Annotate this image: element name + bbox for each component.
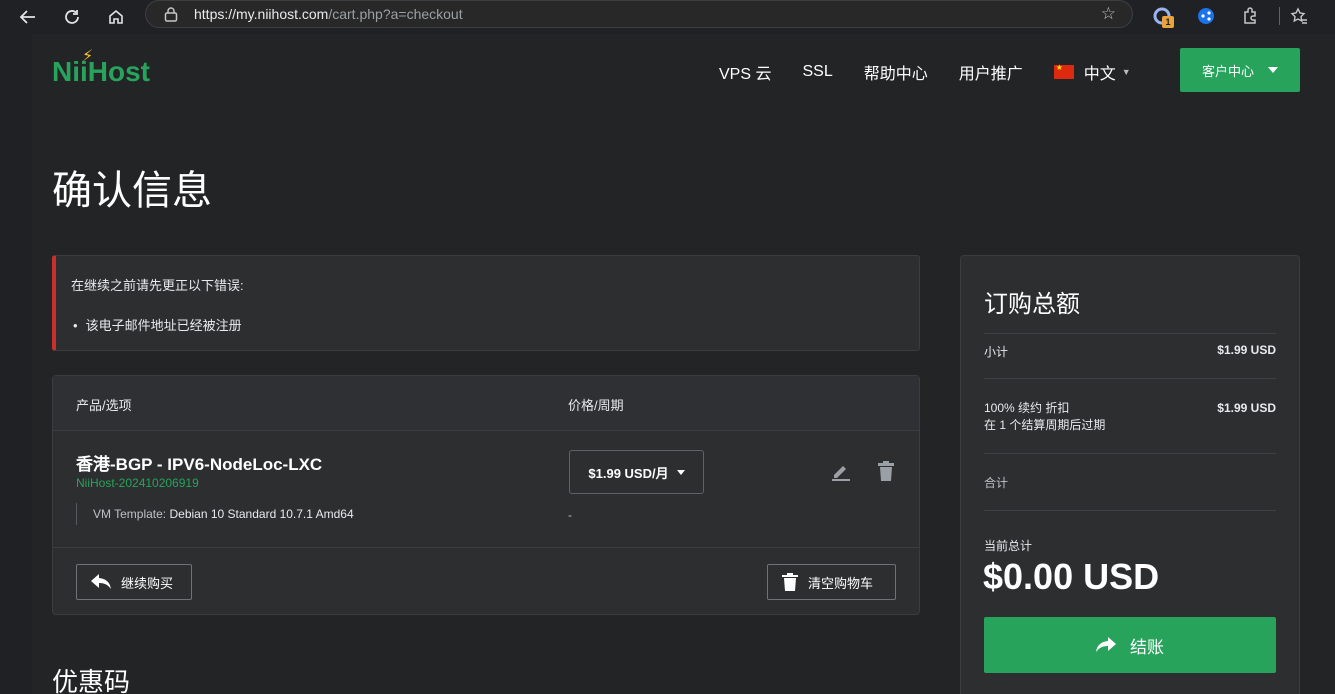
url-text: https://my.niihost.com/cart.php?a=checko… bbox=[194, 6, 463, 22]
caret-down-icon bbox=[1268, 67, 1278, 73]
bolt-icon: ⚡ bbox=[82, 48, 94, 65]
share-extension-icon[interactable] bbox=[1194, 4, 1218, 28]
product-id: NiiHost-202410206919 bbox=[76, 476, 199, 490]
nav-item-ssl[interactable]: SSL bbox=[802, 63, 832, 81]
empty-cart-button[interactable]: 清空购物车 bbox=[767, 564, 896, 600]
bookmark-star-icon[interactable]: ☆ bbox=[1101, 4, 1116, 24]
favorites-icon[interactable] bbox=[1287, 4, 1311, 28]
option-price: - bbox=[568, 508, 572, 522]
address-bar[interactable]: https://my.niihost.com/cart.php?a=checko… bbox=[145, 0, 1133, 28]
option-value: Debian 10 Standard 10.7.1 Amd64 bbox=[169, 507, 354, 521]
puzzle-extensions-icon[interactable] bbox=[1238, 4, 1262, 28]
alert-heading: 在继续之前请先更正以下错误: bbox=[71, 278, 244, 293]
cart-footer: 继续购买 清空购物车 bbox=[53, 547, 919, 615]
option-label: VM Template: bbox=[93, 507, 167, 521]
cart-header: 产品/选项 价格/周期 bbox=[53, 376, 919, 431]
trash-icon[interactable] bbox=[876, 460, 896, 482]
home-icon[interactable] bbox=[103, 4, 129, 30]
caret-down-icon bbox=[676, 469, 685, 475]
subtotal-row: 小计 $1.99 USD bbox=[984, 343, 1276, 360]
continue-shopping-button[interactable]: 继续购买 bbox=[76, 564, 192, 600]
trash-icon bbox=[782, 573, 798, 591]
cart-table: 产品/选项 价格/周期 香港-BGP - IPV6-NodeLoc-LXC Ni… bbox=[52, 375, 920, 615]
billing-cycle-dropdown[interactable]: $1.99 USD/月 bbox=[569, 450, 704, 494]
checkout-button[interactable]: 结账 bbox=[984, 617, 1276, 673]
total-label: 合计 bbox=[984, 476, 1009, 490]
continue-label: 继续购买 bbox=[121, 575, 174, 591]
back-icon[interactable] bbox=[15, 4, 41, 30]
product-option: VM Template: Debian 10 Standard 10.7.1 A… bbox=[76, 503, 354, 525]
col-product: 产品/选项 bbox=[76, 398, 132, 413]
col-price: 价格/周期 bbox=[568, 398, 624, 413]
nav-item-affiliate[interactable]: 用户推广 bbox=[959, 60, 1023, 84]
client-area-label: 客户中心 bbox=[1201, 63, 1254, 79]
summary-title: 订购总额 bbox=[984, 291, 1080, 318]
extension-icon[interactable]: 1 bbox=[1150, 4, 1174, 28]
subtotal-label: 小计 bbox=[984, 345, 1009, 359]
lock-icon bbox=[164, 7, 178, 22]
product-name: 香港-BGP - IPV6-NodeLoc-LXC bbox=[76, 455, 323, 474]
empty-cart-label: 清空购物车 bbox=[808, 575, 874, 591]
chevron-down-icon: ▼ bbox=[1121, 67, 1131, 77]
price-label: $1.99 USD/月 bbox=[588, 465, 669, 481]
extension-badge: 1 bbox=[1162, 16, 1174, 28]
total-row: 合计 bbox=[984, 474, 1276, 491]
nav-item-vps[interactable]: VPS 云 bbox=[719, 60, 771, 84]
divider bbox=[984, 510, 1276, 511]
browser-chrome: https://my.niihost.com/cart.php?a=checko… bbox=[0, 0, 1335, 34]
promo-code-title: 优惠码 bbox=[52, 667, 131, 694]
language-label: 中文 bbox=[1083, 66, 1116, 83]
top-navigation: VPS 云 SSL 帮助中心 用户推广 中文 ▼ bbox=[719, 60, 1131, 84]
china-flag-icon bbox=[1053, 63, 1074, 79]
page-title: 确认信息 bbox=[52, 169, 212, 213]
divider bbox=[984, 333, 1276, 334]
divider bbox=[984, 378, 1276, 379]
divider bbox=[984, 453, 1276, 454]
error-alert: 在继续之前请先更正以下错误: 该电子邮件地址已经被注册 bbox=[52, 255, 920, 351]
reply-arrow-icon bbox=[91, 574, 111, 589]
language-selector[interactable]: 中文 ▼ bbox=[1053, 60, 1131, 84]
share-arrow-icon bbox=[1096, 637, 1116, 652]
current-total-amount: $0.00 USD bbox=[983, 556, 1160, 597]
current-total-label: 当前总计 bbox=[984, 539, 1033, 553]
subtotal-value: $1.99 USD bbox=[1217, 343, 1276, 357]
error-list: 该电子邮件地址已经被注册 bbox=[71, 315, 242, 334]
page: ⚡ NiiHost VPS 云 SSL 帮助中心 用户推广 中文 ▼ 客户中心 … bbox=[32, 34, 1335, 694]
checkout-label: 结账 bbox=[1130, 637, 1164, 657]
site-logo[interactable]: ⚡ NiiHost bbox=[52, 48, 150, 88]
discount-value: $1.99 USD bbox=[1217, 401, 1276, 415]
error-item: 该电子邮件地址已经被注册 bbox=[71, 315, 242, 334]
discount-row: 100% 续约 折扣 在 1 个结算周期后过期 $1.99 USD bbox=[984, 400, 1276, 434]
nav-item-help[interactable]: 帮助中心 bbox=[864, 60, 928, 84]
reload-icon[interactable] bbox=[59, 4, 85, 30]
discount-expiry: 在 1 个结算周期后过期 bbox=[984, 418, 1106, 432]
client-area-button[interactable]: 客户中心 bbox=[1180, 48, 1300, 92]
order-summary: 订购总额 小计 $1.99 USD 100% 续约 折扣 在 1 个结算周期后过… bbox=[960, 255, 1300, 694]
edit-icon[interactable] bbox=[830, 460, 852, 482]
